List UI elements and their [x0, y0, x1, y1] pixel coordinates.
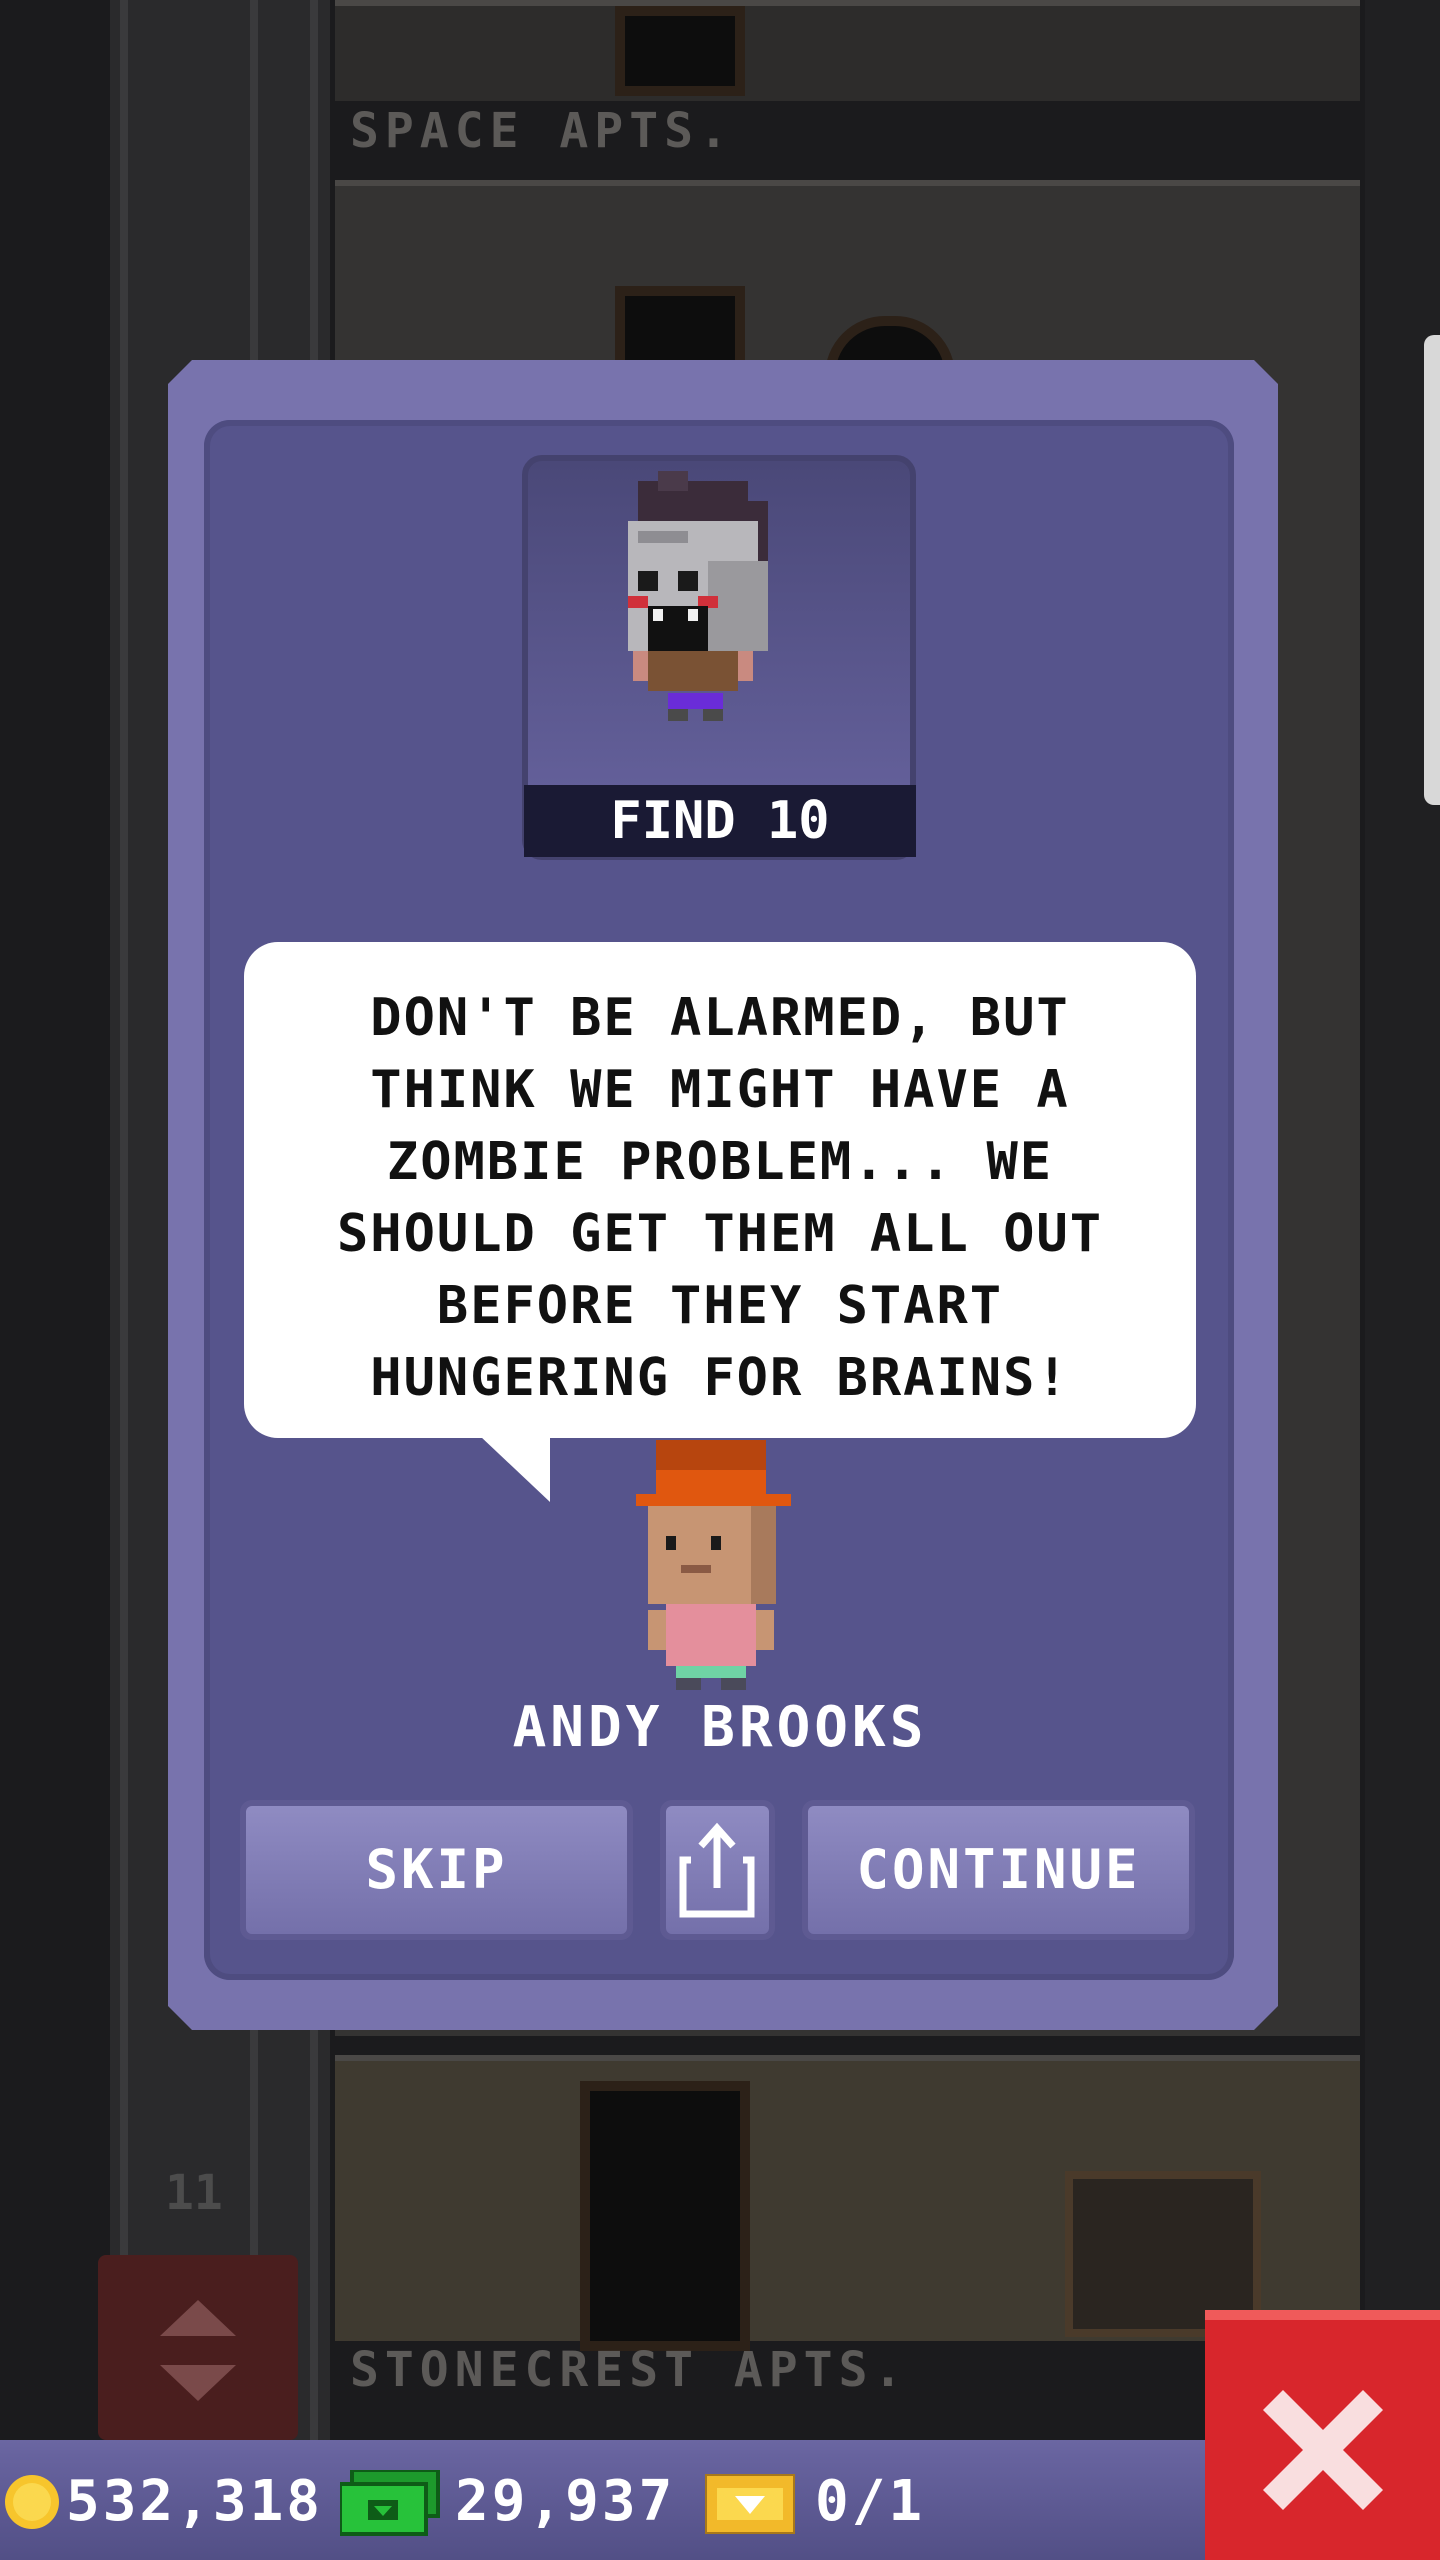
continue-button[interactable]: CONTINUE: [802, 1800, 1195, 1940]
elevator-down-arrow-icon: [160, 2365, 236, 2401]
close-icon: [1263, 2390, 1383, 2510]
bux-icon: [340, 2470, 440, 2536]
skip-button[interactable]: SKIP: [240, 1800, 633, 1940]
speech-bubble: DON'T BE ALARMED, BUT THINK WE MIGHT HAV…: [244, 942, 1196, 1438]
share-button[interactable]: [660, 1800, 775, 1940]
bux-balance: 29,937: [455, 2469, 676, 2534]
speaker-name: ANDY BROOKS: [512, 1695, 928, 1760]
floor-number: 11: [165, 2165, 223, 2221]
coin-icon: [5, 2475, 59, 2529]
zombie-icon: [628, 471, 768, 721]
shaft-rail: [120, 0, 128, 2440]
floor-label-space-apts: SPACE APTS.: [350, 103, 734, 159]
coin-balance: 532,318: [66, 2469, 324, 2534]
ticket-count: 0/1: [815, 2469, 926, 2534]
speaker-avatar: [636, 1440, 791, 1690]
elevator-button[interactable]: [98, 2255, 298, 2440]
floor-door: [615, 6, 745, 96]
scroll-handle[interactable]: [1424, 335, 1440, 805]
floor-top: [335, 0, 1360, 101]
share-icon: [679, 1822, 755, 1918]
elevator-up-arrow-icon: [160, 2300, 236, 2336]
close-button[interactable]: [1205, 2310, 1440, 2560]
mission-goal-label: FIND 10: [524, 785, 916, 857]
floor-label-stonecrest-apts: STONECREST APTS.: [350, 2342, 909, 2398]
floor-stonecrest-apts: [335, 2055, 1360, 2351]
floor-door: [580, 2081, 750, 2351]
golden-ticket-icon: [705, 2474, 795, 2534]
